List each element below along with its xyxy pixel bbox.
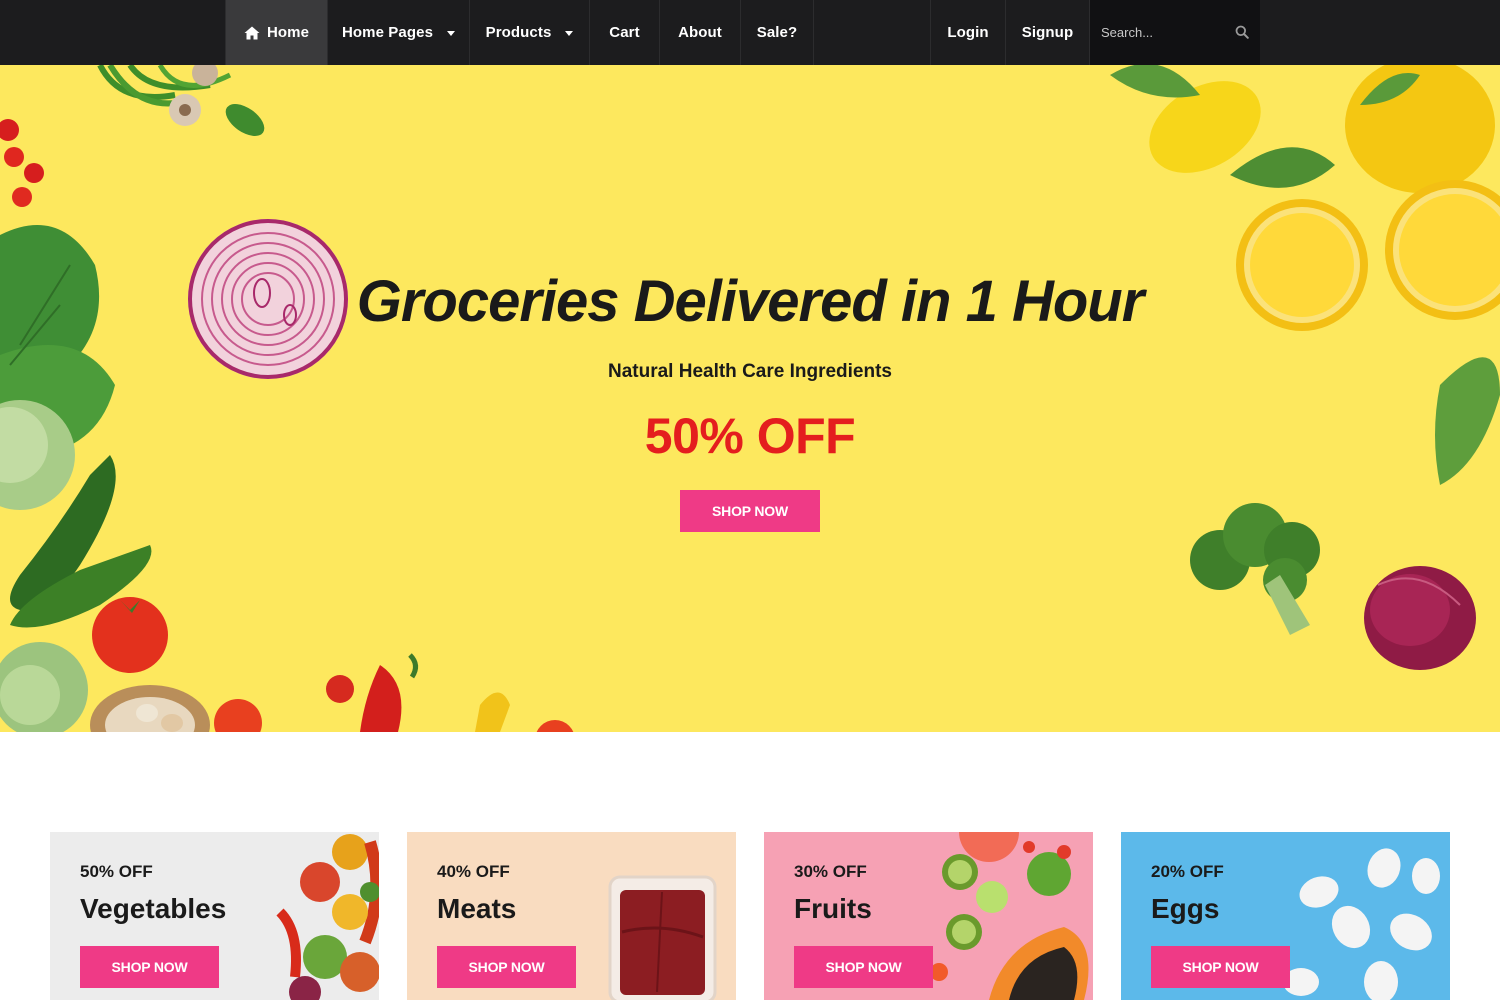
hero-discount: 50% OFF	[644, 408, 856, 464]
home-icon	[244, 26, 260, 39]
card-discount: 30% OFF	[794, 862, 867, 881]
nav-home-pages-label: Home Pages	[341, 24, 434, 41]
cucumber-icon	[225, 104, 265, 136]
caret-down-icon	[447, 30, 456, 36]
card-discount: 50% OFF	[80, 862, 153, 881]
nav-products-label: Products	[485, 24, 552, 41]
red-pepper-icon	[360, 665, 402, 732]
card-title: Fruits	[794, 893, 872, 924]
card-title: Meats	[437, 893, 517, 924]
tomato-icon	[92, 597, 168, 673]
nav-signup[interactable]: Signup	[1006, 0, 1090, 65]
hero-subtitle: Natural Health Care Ingredients	[607, 361, 893, 382]
nav-login-label: Login	[947, 24, 989, 41]
promo-card-fruits[interactable]: 30% OFF Fruits SHOP NOW	[764, 832, 1093, 1000]
nav-home-label: Home	[266, 24, 310, 41]
hero-banner: Groceries Delivered in 1 Hour Natural He…	[0, 65, 1500, 732]
card-shop-now-button[interactable]: SHOP NOW	[437, 946, 576, 988]
nav-cart[interactable]: Cart	[590, 0, 660, 65]
nav-about-label: About	[678, 24, 722, 41]
card-shop-now-button[interactable]: SHOP NOW	[1151, 946, 1290, 988]
nav-login[interactable]: Login	[930, 0, 1006, 65]
card-title: Vegetables	[80, 893, 227, 924]
nav-products[interactable]: Products	[470, 0, 590, 65]
search-icon[interactable]	[1235, 25, 1249, 39]
hero-shop-now-button[interactable]: SHOP NOW	[680, 490, 820, 532]
cherry-tomato-icon	[0, 119, 19, 141]
promo-card-vegetables[interactable]: 50% OFF Vegetables SHOP NOW	[50, 832, 379, 1000]
nav-home[interactable]: Home	[225, 0, 328, 65]
search-box	[1090, 0, 1260, 65]
nav-home-pages[interactable]: Home Pages	[328, 0, 470, 65]
card-title: Eggs	[1151, 893, 1220, 924]
card-discount: 20% OFF	[1151, 862, 1224, 881]
caret-down-icon	[565, 30, 574, 36]
promo-card-meats[interactable]: 40% OFF Meats SHOP NOW	[407, 832, 736, 1000]
search-input[interactable]	[1090, 17, 1230, 48]
red-onion-icon	[1364, 566, 1476, 670]
promo-card-eggs[interactable]: 20% OFF Eggs SHOP NOW	[1121, 832, 1450, 1000]
leaf-icon	[1110, 65, 1200, 98]
nav-sale-label: Sale?	[756, 24, 798, 41]
nav-cart-label: Cart	[609, 24, 640, 41]
card-shop-now-button[interactable]: SHOP NOW	[794, 946, 933, 988]
nav-signup-label: Signup	[1021, 24, 1074, 41]
top-navbar: Home Home Pages Products Cart About Sale…	[0, 0, 1500, 65]
nav-sale[interactable]: Sale?	[741, 0, 814, 65]
hero-title: Groceries Delivered in 1 Hour	[356, 269, 1145, 334]
card-shop-now-button[interactable]: SHOP NOW	[80, 946, 219, 988]
nav-about[interactable]: About	[660, 0, 741, 65]
hero-produce-illustration	[0, 65, 1500, 732]
broccoli-icon	[1190, 503, 1320, 635]
card-discount: 40% OFF	[437, 862, 510, 881]
